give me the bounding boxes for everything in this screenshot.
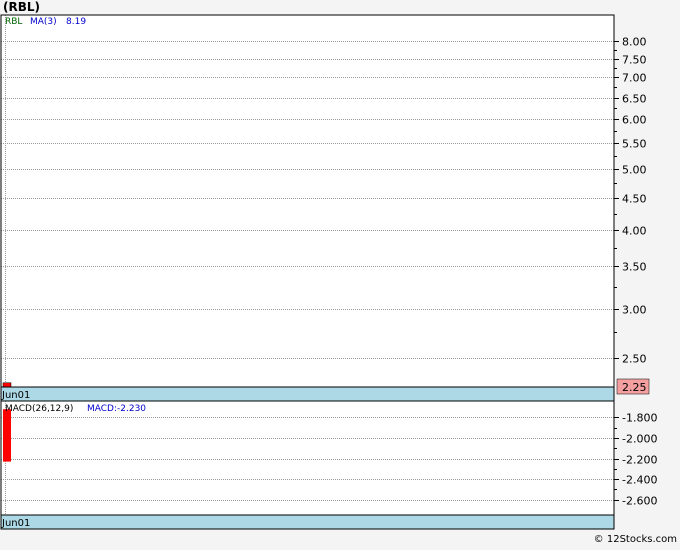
price-tick-label: 4.50 [622, 193, 647, 206]
price-tick-label: 6.00 [622, 114, 647, 127]
price-tick-label: 3.00 [622, 304, 647, 317]
price-tick-label: 7.50 [622, 54, 647, 67]
price-panel-background [1, 15, 614, 387]
macd-tick-label: -2.000 [622, 433, 657, 446]
price-tick-label: 4.00 [622, 225, 647, 238]
macd-legend-label: MACD(26,12,9) [5, 404, 73, 414]
macd-panel: -1.800 -2.000 -2.200 -2.400 -2.600 MACD(26,1… [0, 400, 657, 530]
price-legend-ma-value: 8.19 [66, 17, 86, 27]
price-legend-ticker: RBL [5, 17, 22, 27]
price-date-bar [0, 386, 615, 402]
price-tick-label: 7.00 [622, 72, 647, 85]
macd-tick-label: -2.200 [622, 454, 657, 467]
macd-date-bar [0, 514, 615, 530]
stock-chart: (RBL) 8.00 7.50 7.00 6.50 6.00 5.50 5.00 4.50 4.… [0, 0, 680, 546]
macd-date-label: Jun01 [1, 518, 30, 529]
ticker-title: (RBL) [3, 0, 40, 14]
price-axis: 8.00 7.50 7.00 6.50 6.00 5.50 5.00 4.50 4.00 3.50… [614, 36, 647, 366]
macd-axis: -1.800 -2.000 -2.200 -2.400 -2.600 [614, 412, 657, 508]
price-tick-label: 2.50 [622, 353, 647, 366]
price-tick-label: 8.00 [622, 36, 647, 49]
price-tick-label: 5.50 [622, 138, 647, 151]
price-tick-label: 5.00 [622, 164, 647, 177]
price-tick-label: 6.50 [622, 93, 647, 106]
last-price-label: 2.25 [622, 381, 647, 394]
chart-canvas: (RBL) 8.00 7.50 7.00 6.50 6.00 5.50 5.00 4.50 4.… [0, 0, 677, 545]
macd-panel-background [1, 401, 614, 515]
macd-legend-value: MACD:-2.230 [87, 404, 146, 414]
macd-tick-label: -2.600 [622, 495, 657, 508]
macd-tick-label: -2.400 [622, 474, 657, 487]
price-date-label: Jun01 [1, 390, 30, 401]
price-legend-ma-label: MA(3) [30, 17, 57, 27]
macd-bar [3, 409, 11, 462]
macd-tick-label: -1.800 [622, 412, 657, 425]
copyright-text: © 12Stocks.com [594, 534, 677, 545]
price-panel: 8.00 7.50 7.00 6.50 6.00 5.50 5.00 4.50 4.00 3.50… [0, 14, 650, 402]
macd-bars [3, 409, 11, 462]
price-tick-label: 3.50 [622, 261, 647, 274]
